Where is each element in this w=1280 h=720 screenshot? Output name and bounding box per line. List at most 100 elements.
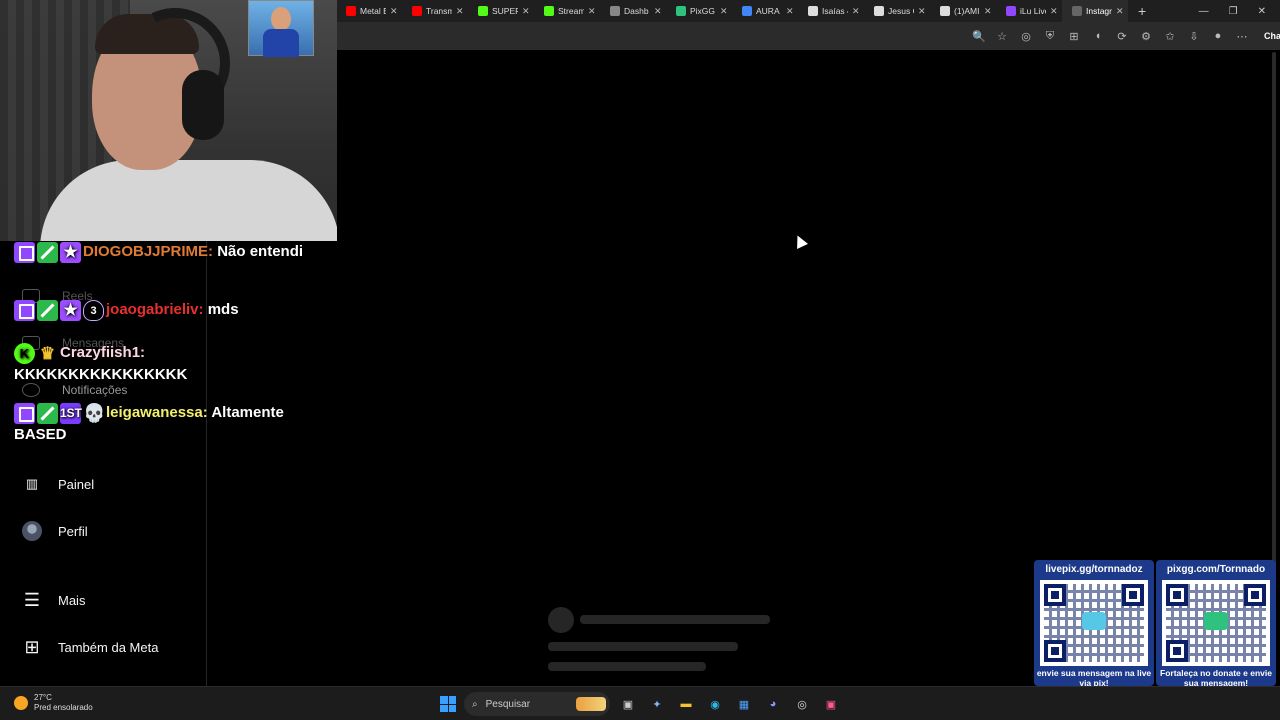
toolbar-icon[interactable]: ⛨ — [1044, 30, 1056, 43]
close-tab-icon[interactable]: ✕ — [852, 6, 860, 17]
new-tab-button[interactable]: + — [1128, 3, 1156, 19]
task-view-icon[interactable]: ▣ — [618, 694, 638, 714]
copilot-icon[interactable]: ✦ — [647, 694, 667, 714]
close-tab-icon[interactable]: ✕ — [588, 6, 596, 17]
also-from-meta-label: Também da Meta — [58, 639, 159, 655]
skeleton-line — [548, 642, 738, 651]
chat-message: 1ST💀leigawanessa: Altamente BASED — [14, 402, 314, 446]
taskbar-search[interactable]: ⌕ Pesquisar — [464, 692, 610, 716]
headphone-cup — [182, 70, 224, 140]
streamlabs-icon[interactable]: ▣ — [821, 694, 841, 714]
menu-icon: ☰ — [23, 589, 41, 610]
close-tab-icon[interactable]: ✕ — [786, 6, 794, 17]
store-icon[interactable]: ▦ — [734, 694, 754, 714]
obs-icon[interactable]: ◎ — [792, 694, 812, 714]
tab-label: Stream — [558, 6, 584, 16]
sidebar-item-also-from-meta[interactable]: ⊞ Também da Meta — [22, 637, 158, 657]
toolbar-icon[interactable]: ⇩ — [1188, 30, 1200, 43]
toolbar-icon[interactable]: ⟳ — [1116, 30, 1128, 43]
chat-message: K ♛ Crazyfiish1: KKKKKKKKKKKKKKKK — [14, 342, 314, 386]
twitch-badge-icon — [14, 299, 35, 321]
edge-icon[interactable]: ◉ — [705, 694, 725, 714]
browser-tab[interactable]: AURA ✕ — [732, 0, 798, 22]
more-label: Mais — [58, 592, 86, 608]
sword-badge-icon — [37, 299, 58, 321]
toolbar-icons: 🔍 ☆ ◎ ⛨ ⊞ ◖ ⟳ ⚙ ✩ ⇩ ● ⋯ Chat — [972, 29, 1280, 43]
livepix-logo-icon — [1082, 612, 1106, 630]
browser-tab[interactable]: Metal E ✕ — [336, 0, 402, 22]
livepix-qr-panel: livepix.gg/tornnadoz envie sua mensagem … — [1034, 560, 1154, 686]
sidebar-item-panel[interactable]: ▥ Painel — [22, 474, 94, 494]
sword-badge-icon — [37, 241, 58, 263]
toolbar-icon[interactable]: ◖ — [1092, 30, 1104, 42]
close-tab-icon[interactable]: ✕ — [918, 6, 926, 17]
pixgg-url: pixgg.com/Tornnado — [1166, 564, 1266, 575]
panel-label: Painel — [58, 476, 95, 492]
tab-label: PixGG — [690, 6, 716, 16]
toolbar-icon[interactable]: 🔍 — [972, 30, 986, 43]
sidebar-item-profile[interactable]: Perfil — [22, 521, 88, 541]
file-explorer-icon[interactable]: ▬ — [676, 694, 696, 714]
tiktok-icon — [808, 6, 818, 16]
sidebar-item-more[interactable]: ☰ Mais — [22, 589, 86, 610]
taskbar-apps: ▣ ✦ ▬ ◉ ▦ ◕ ◎ ▣ — [618, 694, 841, 714]
first-badge-icon: 1ST — [60, 402, 82, 424]
browser-tab[interactable]: Jesus C ✕ — [864, 0, 930, 22]
browser-tab[interactable]: Instagr ✕ — [1062, 0, 1128, 22]
flame-badge-icon: 3 — [83, 299, 104, 321]
close-tab-icon[interactable]: ✕ — [984, 6, 992, 17]
browser-tab[interactable]: Transm ✕ — [402, 0, 468, 22]
skeleton-line — [548, 662, 706, 671]
close-tab-icon[interactable]: ✕ — [522, 6, 530, 17]
livepix-icon — [1006, 6, 1016, 16]
toolbar-icon[interactable]: ☆ — [996, 30, 1008, 43]
skeleton-line — [580, 615, 770, 624]
browser-tab[interactable]: Dashb ✕ — [600, 0, 666, 22]
pixgg-logo-icon — [1204, 612, 1228, 630]
star-badge-icon: ★ — [60, 241, 81, 263]
copilot-chat-button[interactable]: Chat — [1260, 29, 1280, 43]
close-tab-icon[interactable]: ✕ — [1116, 6, 1124, 17]
close-tab-icon[interactable]: ✕ — [720, 6, 728, 17]
close-tab-icon[interactable]: ✕ — [1050, 6, 1058, 17]
close-tab-icon[interactable]: ✕ — [390, 6, 398, 17]
tab-label: Jesus C — [888, 6, 914, 16]
browser-tab[interactable]: iLu Live ✕ — [996, 0, 1062, 22]
toolbar-icon[interactable]: ✩ — [1164, 30, 1176, 43]
dashboard-icon: ▥ — [25, 476, 39, 491]
discord-icon[interactable]: ◕ — [763, 694, 783, 714]
kick-icon — [478, 6, 488, 16]
address-field[interactable] — [336, 25, 936, 47]
browser-toolbar: 🔍 ☆ ◎ ⛨ ⊞ ◖ ⟳ ⚙ ✩ ⇩ ● ⋯ Chat — [336, 22, 1280, 50]
tab-label: (1)AMI — [954, 6, 980, 16]
star-badge-icon: ★ — [60, 299, 81, 321]
tab-label: Isaías 4 — [822, 6, 848, 16]
windows-taskbar: 27°C Pred ensolarado ⌕ Pesquisar ▣ ✦ ▬ ◉ ▦ ◕ ◎… — [0, 686, 1280, 720]
sun-icon — [14, 696, 28, 710]
weather-desc: Pred ensolarado — [34, 703, 93, 712]
toolbar-icon[interactable]: ⚙ — [1140, 30, 1152, 43]
youtube-icon — [346, 6, 356, 16]
browser-tab[interactable]: Isaías 4 ✕ — [798, 0, 864, 22]
browser-tab[interactable]: SUPER ✕ — [468, 0, 534, 22]
toolbar-icon[interactable]: ◎ — [1020, 30, 1032, 43]
windows-start-icon[interactable] — [440, 696, 456, 712]
qr-code-icon — [1162, 580, 1270, 666]
restore-button[interactable]: ❐ — [1229, 6, 1238, 17]
profile-label: Perfil — [58, 523, 88, 539]
close-window-button[interactable]: ✕ — [1258, 6, 1266, 17]
tiktok-icon — [874, 6, 884, 16]
google-drive-icon — [742, 6, 752, 16]
minimize-button[interactable]: — — [1199, 6, 1209, 17]
loading-icon — [1072, 6, 1082, 16]
pixgg-icon — [676, 6, 686, 16]
browser-tab[interactable]: Stream ✕ — [534, 0, 600, 22]
close-tab-icon[interactable]: ✕ — [456, 6, 464, 17]
close-tab-icon[interactable]: ✕ — [654, 6, 662, 17]
toolbar-icon[interactable]: ⊞ — [1068, 30, 1080, 43]
browser-tab[interactable]: (1)AMI ✕ — [930, 0, 996, 22]
weather-widget[interactable]: 27°C Pred ensolarado — [14, 693, 93, 713]
toolbar-icon[interactable]: ⋯ — [1236, 30, 1248, 43]
browser-tab[interactable]: PixGG ✕ — [666, 0, 732, 22]
toolbar-icon[interactable]: ● — [1212, 30, 1224, 42]
